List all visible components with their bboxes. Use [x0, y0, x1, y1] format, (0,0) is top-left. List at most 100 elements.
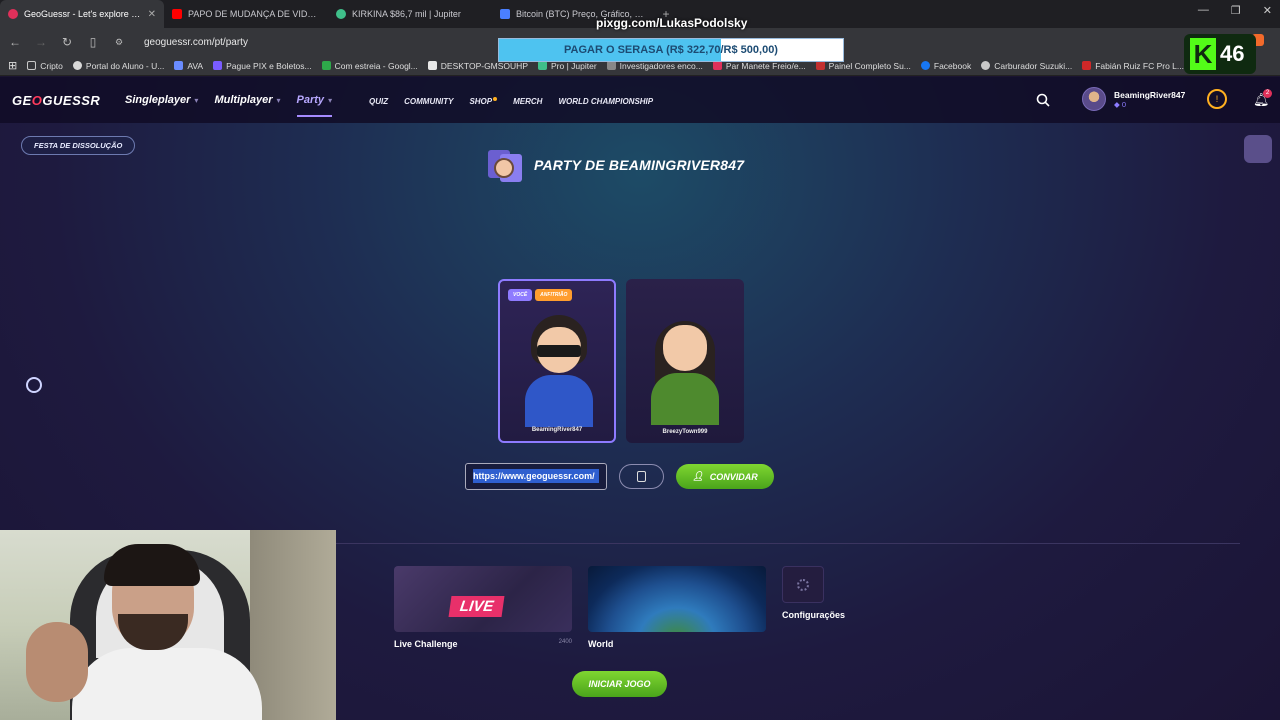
bookmark-item[interactable]: Par Manete Freio/e... — [712, 60, 806, 71]
invite-button[interactable]: 👤︎ CONVIDAR — [676, 464, 774, 489]
address-bar[interactable]: geoguessr.com/pt/party — [144, 37, 248, 48]
browser-tab-geoguessr[interactable]: GeoGuessr - Let's explore the w ✕ — [0, 0, 164, 28]
youtube-favicon-icon — [172, 9, 182, 19]
player-badges: VOCÊ ANFITRIÃO — [508, 289, 573, 301]
search-icon[interactable] — [1036, 93, 1050, 107]
start-game-button[interactable]: INICIAR JOGO — [572, 671, 667, 697]
geoguessr-favicon-icon — [8, 9, 18, 19]
gear-icon — [797, 578, 809, 591]
player-avatar — [519, 315, 599, 427]
notification-badge: 2 — [1263, 89, 1272, 98]
bookmark-item[interactable]: Pro | Jupiter — [537, 60, 597, 71]
bookmark-label: Portal do Aluno - U... — [85, 60, 165, 71]
nav-merch[interactable]: MERCH — [513, 97, 542, 106]
bookmark-item[interactable]: DESKTOP-GMSOUHP — [427, 61, 528, 71]
bookmark-favicon-icon — [815, 61, 825, 70]
settings-label: Configurações — [782, 610, 846, 620]
invite-link-text: https://www.geoguessr.com/ — [473, 469, 599, 483]
nav-singleplayer[interactable]: Singleplayer ▾ — [125, 94, 198, 117]
user-level: ◆ 0 — [1114, 99, 1127, 109]
coin-icon[interactable]: ! — [1207, 89, 1227, 109]
bookmark-label: Pague PIX e Boletos... — [226, 60, 312, 71]
host-badge: ANFITRIÃO — [535, 289, 573, 301]
copy-icon — [637, 471, 646, 482]
site-info-icon[interactable]: ⚙ — [112, 37, 126, 48]
back-icon[interactable]: ← — [8, 35, 22, 49]
logo-pin-icon: O — [31, 93, 43, 108]
close-window-icon[interactable]: ✕ — [1263, 4, 1272, 17]
window-controls: — ❐ ✕ — [1198, 4, 1272, 17]
sub-nav: QUIZ COMMUNITY SHOP MERCH WORLD CHAMPION… — [369, 97, 653, 106]
settings-tile[interactable]: Configurações — [782, 566, 846, 649]
bookmark-label: Pro | Jupiter — [550, 60, 597, 71]
bookmark-item[interactable]: Portal do Aluno - U... — [72, 60, 165, 71]
nav-multiplayer[interactable]: Multiplayer ▾ — [214, 94, 280, 117]
nav-quiz[interactable]: QUIZ — [369, 97, 388, 106]
bookmark-icon[interactable]: ▯ — [86, 35, 100, 49]
chevron-down-icon: ▾ — [328, 96, 333, 105]
bookmark-favicon-icon — [72, 61, 82, 70]
chat-icon[interactable] — [26, 377, 42, 393]
bookmark-item[interactable]: Pague PIX e Boletos... — [213, 61, 312, 71]
minimize-icon[interactable]: — — [1198, 4, 1209, 17]
nav-world-championship[interactable]: WORLD CHAMPIONSHIP — [558, 97, 653, 106]
nav-party[interactable]: Party ▾ — [296, 94, 333, 117]
bookmark-label: Investigadores enco... — [619, 60, 703, 71]
folder-icon — [27, 61, 37, 70]
tab-title: PAPO DE MUDANÇA DE VIDA COM — [188, 9, 320, 19]
apps-icon[interactable]: ⊞ — [8, 59, 17, 72]
geoguessr-logo[interactable]: GEOGUESSR — [12, 93, 100, 108]
nav-shop-label: SHOP — [469, 97, 493, 106]
bookmark-favicon-icon — [606, 61, 616, 70]
map-world[interactable]: World — [588, 566, 766, 649]
invite-link-field[interactable]: https://www.geoguessr.com/ — [465, 463, 607, 490]
kick-viewer-badge: K 46 — [1184, 34, 1256, 74]
nav-label: Party — [296, 94, 325, 106]
bookmark-label: Com estreia - Googl... — [334, 60, 418, 71]
browser-tab-youtube[interactable]: PAPO DE MUDANÇA DE VIDA COM — [164, 0, 328, 28]
username: BeamingRiver847 — [1114, 89, 1186, 100]
game-settings: LIVE Live Challenge 2400 World Configuraç… — [394, 566, 846, 649]
reload-icon[interactable]: ↻ — [60, 35, 74, 49]
player-card-guest[interactable]: BreezyTown999 — [626, 279, 744, 443]
bookmark-favicon-icon — [537, 61, 547, 70]
you-badge: VOCÊ — [508, 289, 533, 301]
party-title: PARTY DE BEAMINGRIVER847 — [534, 157, 745, 173]
close-tab-icon[interactable]: ✕ — [148, 9, 156, 20]
section-divider — [336, 543, 1240, 544]
live-tag: LIVE — [448, 596, 505, 617]
bookmark-item[interactable]: Com estreia - Googl... — [321, 60, 418, 71]
world-map-thumbnail — [588, 566, 766, 632]
bookmark-item[interactable]: Fabián Ruiz FC Pro L... — [1082, 61, 1184, 71]
nav-community[interactable]: COMMUNITY — [404, 97, 453, 106]
chevron-down-icon: ▾ — [276, 96, 281, 105]
bookmark-item[interactable]: Facebook — [920, 61, 971, 71]
bookmark-item[interactable]: Investigadores enco... — [606, 60, 703, 71]
bookmark-favicon-icon — [427, 61, 437, 70]
bookmark-label: Carburador Suzuki... — [994, 60, 1073, 71]
bookmark-item[interactable]: Painel Completo Su... — [815, 60, 911, 71]
user-profile[interactable]: BeamingRiver847 ◆ 0 — [1082, 87, 1185, 111]
forward-icon[interactable]: → — [34, 35, 48, 49]
friend-avatar-icon[interactable] — [1244, 135, 1272, 163]
logo-text-right: GUESSR — [42, 93, 101, 108]
tab-title: KIRKINA $86,7 mil | Jupiter — [352, 9, 461, 19]
new-dot-icon — [493, 97, 498, 101]
add-user-icon: 👤︎ — [692, 471, 704, 481]
user-level-value: 0 — [1121, 99, 1127, 109]
mode-live-challenge[interactable]: LIVE Live Challenge 2400 — [394, 566, 572, 649]
main-nav: Singleplayer ▾ Multiplayer ▾ Party ▾ — [125, 94, 333, 117]
bookmark-item[interactable]: Cripto — [27, 61, 63, 71]
bookmark-item[interactable]: AVA — [174, 61, 203, 71]
bookmark-item[interactable]: Carburador Suzuki... — [981, 61, 1072, 71]
player-card-host[interactable]: VOCÊ ANFITRIÃO BeamingRiver847 — [498, 279, 616, 443]
sunglasses-icon — [537, 345, 581, 357]
maximize-icon[interactable]: ❐ — [1231, 4, 1241, 17]
bookmark-favicon-icon — [1082, 61, 1092, 70]
dissolve-party-button[interactable]: FESTA DE DISSOLUÇÃO — [21, 136, 136, 155]
browser-tab-jupiter[interactable]: KIRKINA $86,7 mil | Jupiter — [328, 0, 492, 28]
nav-shop[interactable]: SHOP — [469, 97, 498, 106]
bookmark-label: Painel Completo Su... — [828, 60, 911, 71]
copy-link-button[interactable] — [619, 464, 664, 489]
bookmark-label: Par Manete Freio/e... — [725, 60, 806, 71]
